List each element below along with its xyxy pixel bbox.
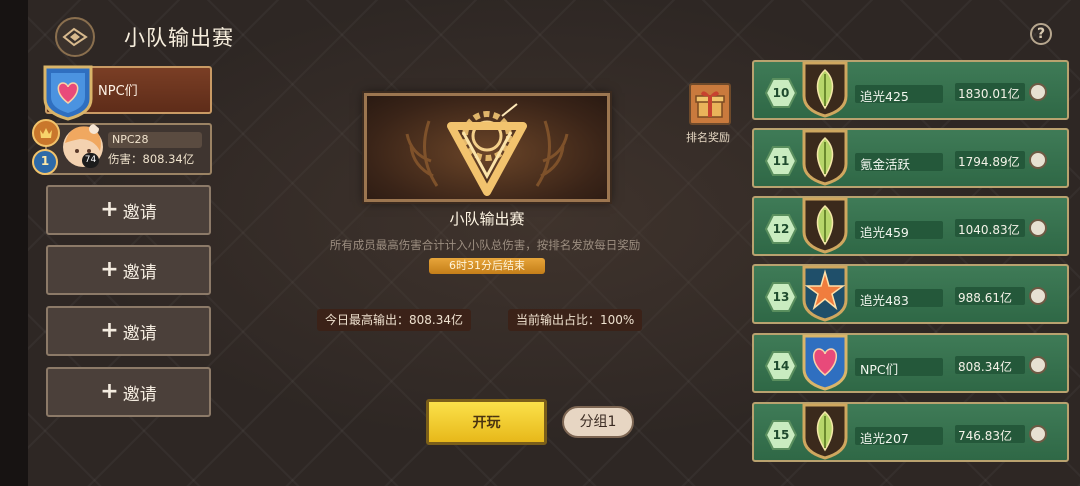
team-name: 追光483 [860,293,909,308]
chevron-down-icon[interactable] [1029,83,1047,101]
output-share: 当前输出占比：100% [508,309,643,331]
heart-shield-icon [43,65,93,121]
team-name: 追光207 [860,431,909,446]
rank-number: 11 [772,154,790,168]
plus-icon: + [100,257,119,282]
leaf-emblem-icon [802,61,848,118]
damage-value: 1830.01亿 [958,87,1020,101]
back-arrow-icon [62,27,88,47]
leaf-emblem-icon [802,403,848,460]
star-emblem-icon [802,265,848,322]
leaf-emblem-icon [802,197,848,254]
back-button[interactable] [55,17,95,57]
member-name: NPC28 [112,133,149,146]
chevron-down-icon[interactable] [1029,287,1047,305]
play-button[interactable]: 开玩 [426,399,547,445]
chevron-down-icon[interactable] [1029,151,1047,169]
damage-value: 746.83亿 [958,429,1012,443]
damage-value: 1040.83亿 [958,223,1020,237]
rank-number: 12 [772,222,790,236]
team-name: NPC们 [860,362,899,377]
member-level: 74 [82,153,99,168]
rank-number: 14 [772,359,790,373]
damage-value: 988.61亿 [958,291,1012,305]
rank-medal-icon [32,119,60,147]
team-name: 氪金活跃 [860,157,911,172]
invite-label: 邀请 [122,262,157,283]
damage-value: 1794.89亿 [958,155,1020,169]
plus-icon: + [100,318,119,343]
group-button[interactable]: 分组1 [562,406,634,438]
reward-button[interactable] [689,83,731,125]
today-best-output: 今日最高输出：808.34亿 [317,309,471,331]
team-name: 追光425 [860,89,909,104]
chevron-down-icon[interactable] [1029,425,1047,443]
rank-number: 10 [772,86,790,100]
reward-label: 排名奖励 [686,131,730,144]
invite-button-3[interactable]: + 邀请 [46,306,211,356]
invite-label: 邀请 [122,323,157,344]
rank-number: 13 [772,290,790,304]
invite-button-4[interactable]: + 邀请 [46,367,211,417]
chevron-down-icon[interactable] [1029,219,1047,237]
damage-value: 808.34亿 [958,360,1012,374]
gear-crest-icon [405,103,569,196]
leaf-emblem-icon [802,129,848,186]
member-damage: 伤害：808.34亿 [108,152,195,166]
team-name: NPC们 [98,84,138,99]
member-rank-badge: 1 [31,148,59,176]
event-banner [364,93,610,202]
chevron-down-icon[interactable] [1029,356,1047,374]
gift-icon [695,91,725,118]
heart-emblem-icon [802,334,848,391]
play-label: 开玩 [472,415,501,431]
member-avatar [63,124,103,167]
invite-label: 邀请 [122,384,157,405]
help-icon[interactable]: ? [1030,23,1052,45]
plus-icon: + [100,379,119,404]
page-title: 小队输出赛 [124,26,234,50]
rank-number: 15 [772,428,790,442]
event-timer: 6时31分后结束 [429,258,545,274]
rank-badge-number: 1 [40,154,50,168]
team-name: 追光459 [860,225,909,240]
